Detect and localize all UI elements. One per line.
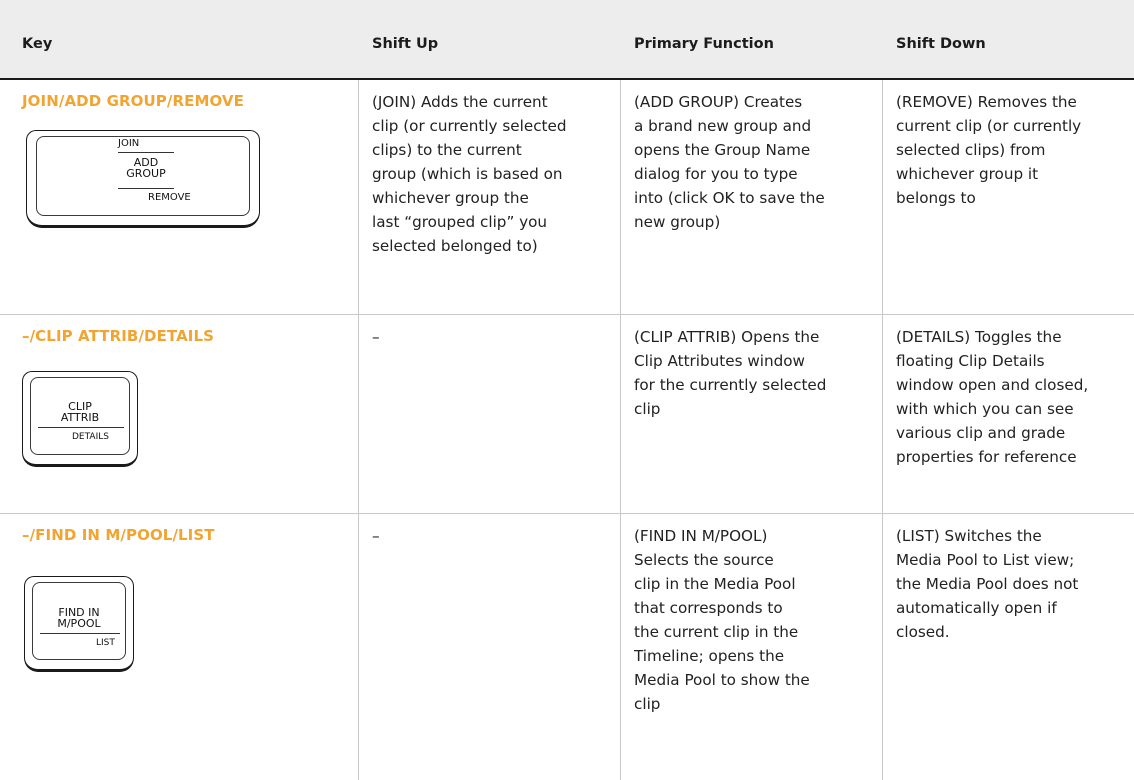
text-line: (REMOVE) Removes the (896, 93, 1077, 111)
text-line: last “grouped clip” you (372, 213, 548, 231)
primary-function-cell: (FIND IN M/POOL) Selects the source clip… (634, 524, 874, 716)
shift-down-cell: (DETAILS) Toggles the floating Clip Deta… (896, 325, 1132, 469)
text-line: selected belonged to) (372, 237, 538, 255)
text-line: that corresponds to (634, 599, 783, 617)
text-line: – (372, 328, 380, 346)
key-name: –/CLIP ATTRIB/DETAILS (22, 327, 215, 345)
keycap-main-label-2: M/POOL (57, 617, 101, 630)
primary-function-cell: (CLIP ATTRIB) Opens the Clip Attributes … (634, 325, 874, 421)
text-line: the Media Pool does not (896, 575, 1079, 593)
key-illustration-find-in-mpool-list: FIND IN M/POOL LIST (24, 576, 136, 674)
text-line: the current clip in the (634, 623, 799, 641)
keycap-bottom-label: LIST (96, 638, 115, 648)
text-line: various clip and grade (896, 424, 1066, 442)
text-line: (ADD GROUP) Creates (634, 93, 803, 111)
text-line: Timeline; opens the (634, 647, 785, 665)
text-line: dialog for you to type (634, 165, 798, 183)
keycap-bottom-divider (118, 188, 174, 189)
key-illustration-clip-attrib-details: CLIP ATTRIB DETAILS (22, 371, 140, 469)
table-row: JOIN/ADD GROUP/REMOVE JOIN ADD GROUP REM… (0, 80, 1134, 314)
text-line: current clip (or currently (896, 117, 1082, 135)
text-line: clip (634, 400, 661, 418)
text-line: (JOIN) Adds the current (372, 93, 548, 111)
text-line: whichever group the (372, 189, 529, 207)
text-line: closed. (896, 623, 950, 641)
top-strip (0, 0, 1134, 10)
text-line: whichever group it (896, 165, 1039, 183)
text-line: window open and closed, (896, 376, 1089, 394)
header-key: Key (22, 36, 53, 52)
shift-down-cell: (REMOVE) Removes the current clip (or cu… (896, 90, 1132, 210)
keycap-bottom-label: REMOVE (148, 192, 191, 203)
text-line: (FIND IN M/POOL) (634, 527, 768, 545)
text-line: (CLIP ATTRIB) Opens the (634, 328, 820, 346)
text-line: clip (or currently selected (372, 117, 567, 135)
text-line: Selects the source (634, 551, 774, 569)
primary-function-cell: (ADD GROUP) Creates a brand new group an… (634, 90, 874, 234)
text-line: Media Pool to show the (634, 671, 810, 689)
text-line: selected clips) from (896, 141, 1046, 159)
text-line: – (372, 527, 380, 545)
shift-down-cell: (LIST) Switches the Media Pool to List v… (896, 524, 1132, 644)
text-line: new group) (634, 213, 721, 231)
shift-up-cell: – (372, 524, 612, 548)
text-line: for the currently selected (634, 376, 827, 394)
shift-up-cell: – (372, 325, 612, 349)
text-line: automatically open if (896, 599, 1057, 617)
key-illustration-join-add-group-remove: JOIN ADD GROUP REMOVE (26, 130, 260, 230)
header-primary-function: Primary Function (634, 36, 774, 52)
text-line: (LIST) Switches the (896, 527, 1042, 545)
keycap-bottom-label: DETAILS (72, 432, 109, 442)
keycap-bottom-divider (40, 633, 120, 634)
key-name: JOIN/ADD GROUP/REMOVE (22, 92, 244, 110)
text-line: properties for reference (896, 448, 1077, 466)
keycap-main-label-2: ATTRIB (60, 411, 100, 424)
text-line: with which you can see (896, 400, 1074, 418)
text-line: clip in the Media Pool (634, 575, 796, 593)
table-row: –/FIND IN M/POOL/LIST FIND IN M/POOL LIS… (0, 514, 1134, 780)
text-line: floating Clip Details (896, 352, 1045, 370)
text-line: belongs to (896, 189, 976, 207)
text-line: Media Pool to List view; (896, 551, 1075, 569)
text-line: clips) to the current (372, 141, 522, 159)
header-shift-up: Shift Up (372, 36, 439, 52)
table-header: Key Shift Up Primary Function Shift Down (0, 10, 1134, 80)
shift-up-cell: (JOIN) Adds the current clip (or current… (372, 90, 612, 258)
text-line: group (which is based on (372, 165, 563, 183)
table-row: –/CLIP ATTRIB/DETAILS CLIP ATTRIB DETAIL… (0, 315, 1134, 513)
keycap-top-label: JOIN (118, 138, 140, 149)
key-name: –/FIND IN M/POOL/LIST (22, 526, 215, 544)
keycap-main-label-2: GROUP (126, 167, 166, 180)
text-line: into (click OK to save the (634, 189, 825, 207)
keycap-bottom-divider (38, 427, 124, 428)
text-line: clip (634, 695, 661, 713)
keycap-top-divider (118, 152, 174, 153)
header-shift-down: Shift Down (896, 36, 986, 52)
text-line: opens the Group Name (634, 141, 811, 159)
text-line: a brand new group and (634, 117, 812, 135)
text-line: (DETAILS) Toggles the (896, 328, 1062, 346)
text-line: Clip Attributes window (634, 352, 805, 370)
